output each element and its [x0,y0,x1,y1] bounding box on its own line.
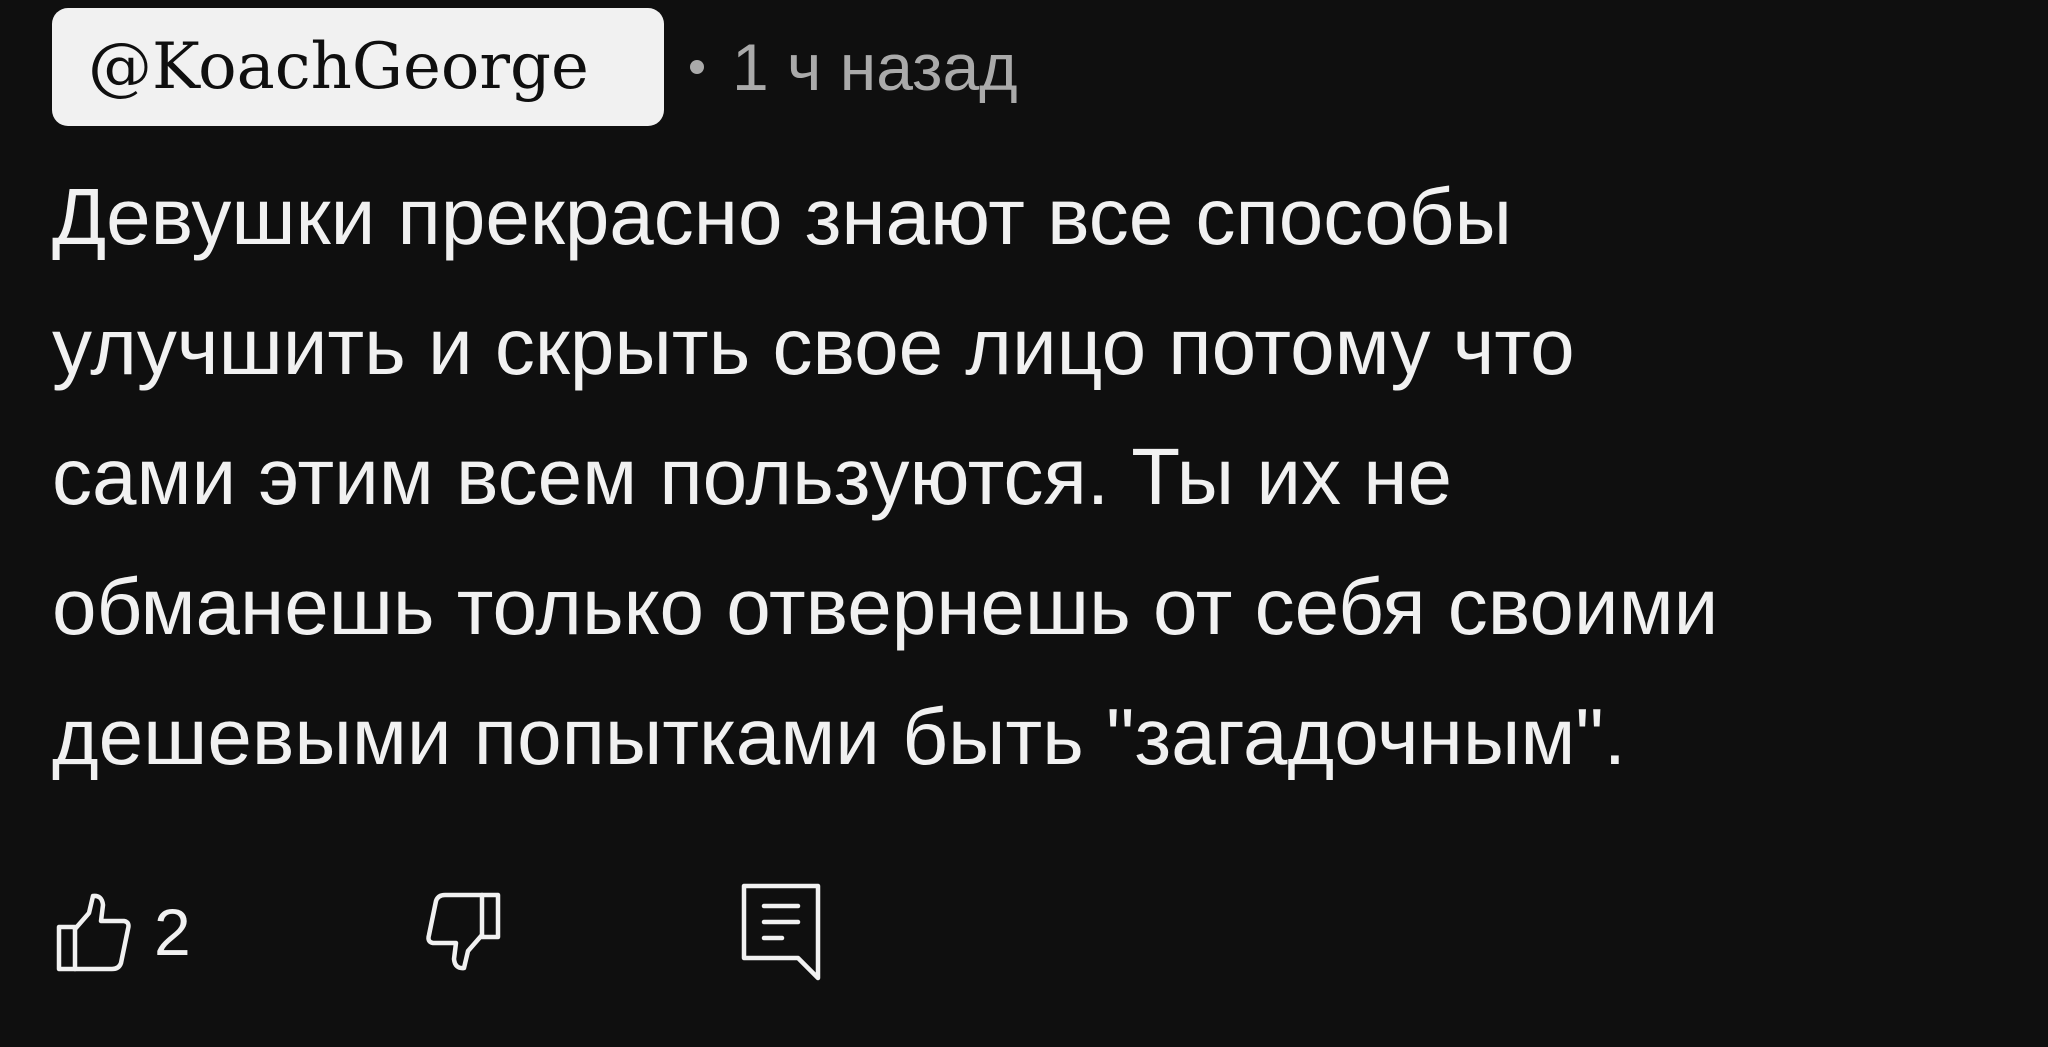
like-count: 2 [154,895,191,969]
comment-text-line: Девушки прекрасно знают все способы [52,172,1512,261]
comment-text-line: обманешь только отвернешь от себя своими [52,562,1719,651]
comment: @KoachGeorge 1 ч назад Девушки прекрасно… [0,0,2048,1047]
author-name[interactable]: @KoachGeorge [52,8,664,126]
comment-text-line: сами этим всем пользуются. Ты их не [52,432,1452,521]
comment-header: @KoachGeorge 1 ч назад [52,8,1018,126]
like-button[interactable]: 2 [56,882,191,982]
comment-text-line: дешевыми попытками быть "загадочным". [52,692,1626,781]
comment-actions: 2 [56,882,956,992]
comment-time[interactable]: 1 ч назад [732,29,1018,105]
dislike-button[interactable] [414,882,504,982]
separator-dot [690,60,704,74]
comment-meta: 1 ч назад [690,29,1018,105]
reply-button[interactable] [740,882,824,982]
thumb-up-icon [56,891,132,973]
comment-text-line: улучшить и скрыть свое лицо потому что [52,302,1575,391]
thumb-down-icon [414,891,504,973]
comment-text: Девушки прекрасно знают все способы улуч… [52,152,2012,802]
reply-icon [740,882,824,982]
